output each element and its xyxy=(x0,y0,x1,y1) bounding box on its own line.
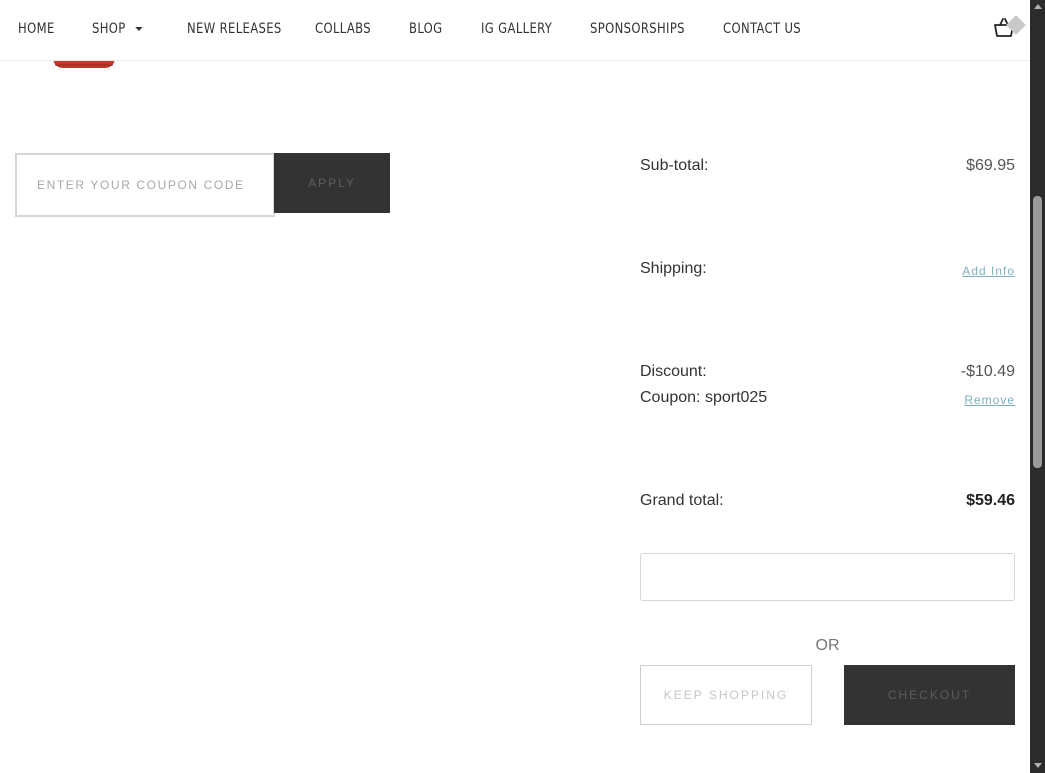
nav-collabs[interactable]: COLLABS xyxy=(315,21,371,37)
top-navigation: HOME SHOP NEW RELEASES COLLABS BLOG IG G… xyxy=(0,0,1030,61)
grand-total-value: $59.46 xyxy=(966,492,1015,509)
coupon-applied-label: Coupon: sport025 xyxy=(640,389,768,406)
scrollbar-thumb[interactable] xyxy=(1033,196,1042,468)
grand-total-label: Grand total: xyxy=(640,492,724,509)
nav-sponsorships[interactable]: SPONSORSHIPS xyxy=(590,21,685,37)
caret-down-icon xyxy=(134,27,143,31)
subtotal-value: $69.95 xyxy=(966,157,1015,174)
nav-ig-gallery[interactable]: IG GALLERY xyxy=(481,21,552,37)
nav-shop-label: SHOP xyxy=(92,21,126,37)
nav-home[interactable]: HOME xyxy=(18,21,55,37)
or-divider: OR xyxy=(815,637,840,654)
nav-shop[interactable]: SHOP xyxy=(92,21,143,37)
checkout-button[interactable]: CHECKOUT xyxy=(844,665,1015,725)
coupon-remove-link[interactable]: Remove xyxy=(964,393,1015,407)
discount-value: -$10.49 xyxy=(960,363,1015,380)
coupon-code-input[interactable] xyxy=(15,153,275,217)
shipping-label: Shipping: xyxy=(640,260,707,277)
scroll-up-icon[interactable] xyxy=(1034,4,1042,9)
shipping-add-info-link[interactable]: Add Info xyxy=(962,264,1015,278)
keep-shopping-button[interactable]: KEEP SHOPPING xyxy=(640,665,812,725)
discount-label: Discount: xyxy=(640,363,707,380)
subtotal-label: Sub-total: xyxy=(640,157,709,174)
scroll-down-icon[interactable] xyxy=(1034,763,1042,768)
nav-blog[interactable]: BLOG xyxy=(409,21,443,37)
apply-coupon-button[interactable]: APPLY xyxy=(274,153,390,213)
nav-contact-us[interactable]: CONTACT US xyxy=(723,21,801,37)
nav-new-releases[interactable]: NEW RELEASES xyxy=(187,21,282,37)
payment-express-box[interactable] xyxy=(640,553,1015,601)
cart-page: HOME SHOP NEW RELEASES COLLABS BLOG IG G… xyxy=(0,0,1030,773)
